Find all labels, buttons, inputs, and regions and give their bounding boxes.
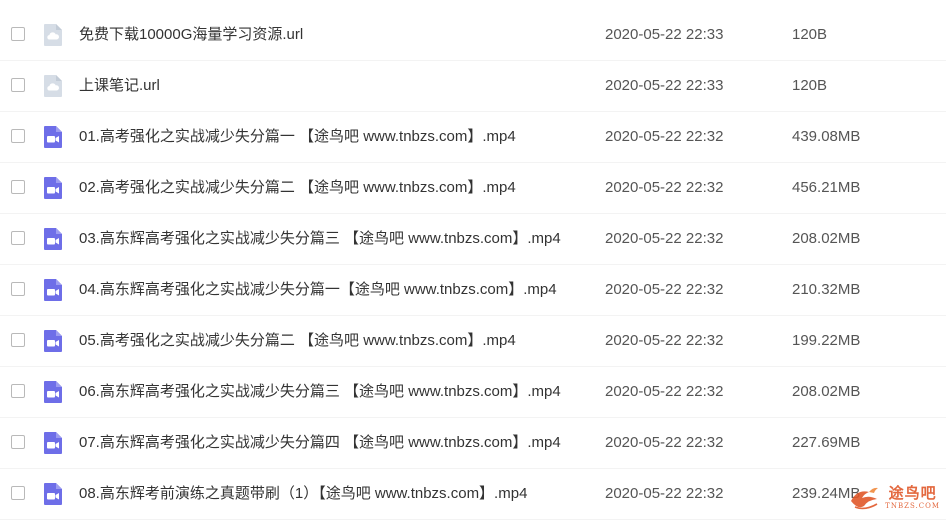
watermark: 途鸟吧 TNBZS.COM: [847, 483, 940, 513]
file-row[interactable]: 05.高考强化之实战减少失分篇二 【途鸟吧 www.tnbzs.com】.mp4…: [0, 316, 946, 367]
file-name[interactable]: 02.高考强化之实战减少失分篇二 【途鸟吧 www.tnbzs.com】.mp4: [79, 178, 516, 198]
video-file-icon: [42, 227, 64, 251]
row-checkbox[interactable]: [11, 27, 25, 41]
file-date: 2020-05-22 22:32: [605, 485, 724, 502]
video-file-icon: [42, 176, 64, 200]
row-checkbox[interactable]: [11, 78, 25, 92]
row-checkbox[interactable]: [11, 231, 25, 245]
file-row[interactable]: 03.高东辉高考强化之实战减少失分篇三 【途鸟吧 www.tnbzs.com】.…: [0, 214, 946, 265]
file-row[interactable]: 07.高东辉高考强化之实战减少失分篇四 【途鸟吧 www.tnbzs.com】.…: [0, 418, 946, 469]
file-size: 439.08MB: [792, 128, 861, 145]
file-date: 2020-05-22 22:32: [605, 281, 724, 298]
row-checkbox[interactable]: [11, 435, 25, 449]
video-file-icon: [42, 482, 64, 506]
cloud-link-icon: [42, 74, 64, 98]
file-size: 208.02MB: [792, 383, 861, 400]
row-checkbox[interactable]: [11, 486, 25, 500]
row-checkbox[interactable]: [11, 282, 25, 296]
row-checkbox[interactable]: [11, 129, 25, 143]
file-name[interactable]: 上课笔记.url: [79, 76, 160, 96]
file-size: 227.69MB: [792, 434, 861, 451]
row-checkbox[interactable]: [11, 180, 25, 194]
file-date: 2020-05-22 22:32: [605, 128, 724, 145]
file-date: 2020-05-22 22:32: [605, 230, 724, 247]
file-name[interactable]: 05.高考强化之实战减少失分篇二 【途鸟吧 www.tnbzs.com】.mp4: [79, 331, 516, 351]
file-name[interactable]: 免费下载10000G海量学习资源.url: [79, 25, 303, 45]
file-row[interactable]: 04.高东辉高考强化之实战减少失分篇一【途鸟吧 www.tnbzs.com】.m…: [0, 265, 946, 316]
file-date: 2020-05-22 22:33: [605, 77, 724, 94]
file-size: 120B: [792, 26, 828, 43]
row-checkbox[interactable]: [11, 333, 25, 347]
video-file-icon: [42, 125, 64, 149]
video-file-icon: [42, 380, 64, 404]
file-name[interactable]: 04.高东辉高考强化之实战减少失分篇一【途鸟吧 www.tnbzs.com】.m…: [79, 280, 557, 300]
file-name[interactable]: 01.高考强化之实战减少失分篇一 【途鸟吧 www.tnbzs.com】.mp4: [79, 127, 516, 147]
cloud-link-icon: [42, 23, 64, 47]
file-date: 2020-05-22 22:33: [605, 26, 724, 43]
file-size: 210.32MB: [792, 281, 861, 298]
file-date: 2020-05-22 22:32: [605, 383, 724, 400]
video-file-icon: [42, 431, 64, 455]
watermark-domain: TNBZS.COM: [885, 502, 940, 510]
file-size: 208.02MB: [792, 230, 861, 247]
video-file-icon: [42, 329, 64, 353]
watermark-name: 途鸟吧: [888, 484, 937, 502]
file-row[interactable]: 免费下载10000G海量学习资源.url 2020-05-22 22:33 12…: [0, 10, 946, 61]
bird-logo-icon: [847, 483, 883, 513]
file-row[interactable]: 08.高东辉考前演练之真题带刷（1）【途鸟吧 www.tnbzs.com】.mp…: [0, 469, 946, 520]
file-date: 2020-05-22 22:32: [605, 332, 724, 349]
file-date: 2020-05-22 22:32: [605, 179, 724, 196]
file-name[interactable]: 08.高东辉考前演练之真题带刷（1）【途鸟吧 www.tnbzs.com】.mp…: [79, 484, 527, 504]
file-row[interactable]: 02.高考强化之实战减少失分篇二 【途鸟吧 www.tnbzs.com】.mp4…: [0, 163, 946, 214]
file-name[interactable]: 07.高东辉高考强化之实战减少失分篇四 【途鸟吧 www.tnbzs.com】.…: [79, 433, 561, 453]
file-size: 120B: [792, 77, 828, 94]
file-date: 2020-05-22 22:32: [605, 434, 724, 451]
file-row[interactable]: 上课笔记.url 2020-05-22 22:33 120B: [0, 61, 946, 112]
file-size: 199.22MB: [792, 332, 861, 349]
file-name[interactable]: 03.高东辉高考强化之实战减少失分篇三 【途鸟吧 www.tnbzs.com】.…: [79, 229, 561, 249]
file-row[interactable]: 01.高考强化之实战减少失分篇一 【途鸟吧 www.tnbzs.com】.mp4…: [0, 112, 946, 163]
file-name[interactable]: 06.高东辉高考强化之实战减少失分篇三 【途鸟吧 www.tnbzs.com】.…: [79, 382, 561, 402]
file-size: 456.21MB: [792, 179, 861, 196]
file-row[interactable]: 06.高东辉高考强化之实战减少失分篇三 【途鸟吧 www.tnbzs.com】.…: [0, 367, 946, 418]
video-file-icon: [42, 278, 64, 302]
file-list: 免费下载10000G海量学习资源.url 2020-05-22 22:33 12…: [0, 10, 946, 520]
row-checkbox[interactable]: [11, 384, 25, 398]
